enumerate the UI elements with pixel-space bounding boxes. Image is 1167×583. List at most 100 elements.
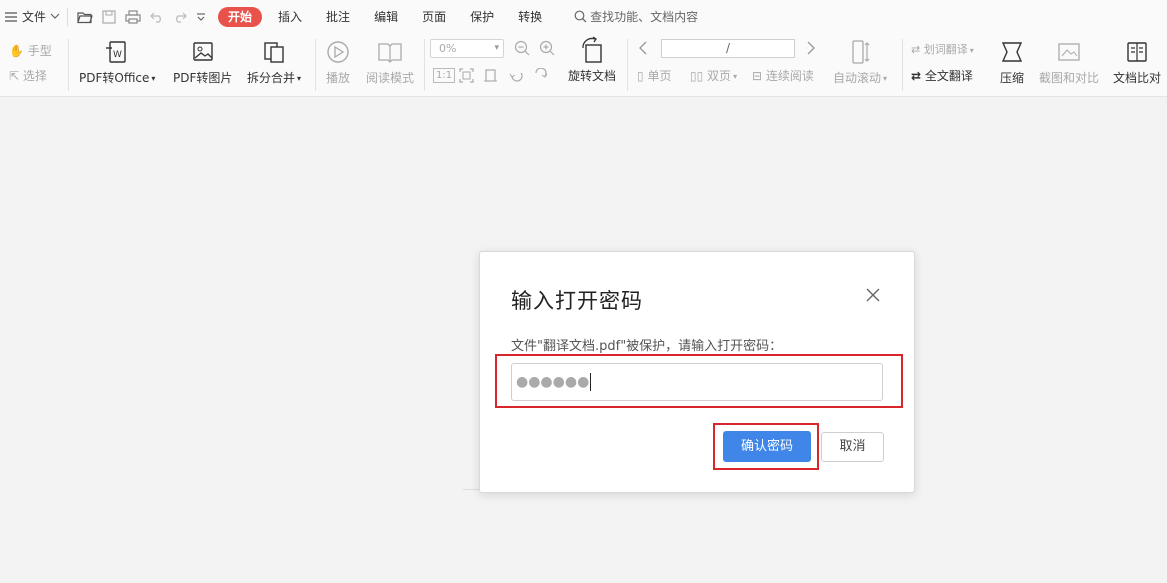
read-mode-label: 阅读模式 (366, 71, 415, 85)
page-number-value: / (725, 41, 731, 55)
next-page-icon[interactable] (806, 41, 816, 55)
tab-insert[interactable]: 插入 (266, 7, 314, 27)
password-input[interactable]: ●●●●●● (511, 363, 883, 401)
cursor-arrow-icon: ⇱ (9, 69, 20, 83)
continuous-read-icon: ⊟ (752, 69, 763, 83)
hand-tool[interactable]: ✋ 手型 (9, 42, 52, 59)
pdf-to-image-label: PDF转图片 (173, 71, 233, 85)
dropdown-caret-icon: ▾ (297, 74, 302, 83)
undo-icon[interactable] (150, 11, 164, 23)
split-merge-button[interactable]: 拆分合并 ▾ (247, 39, 301, 86)
tab-page[interactable]: 页面 (410, 7, 458, 27)
select-tool-label: 选择 (22, 69, 47, 83)
pdf-to-office-button[interactable]: W PDF转Office ▾ (79, 39, 155, 86)
print-icon[interactable] (125, 9, 141, 24)
double-page-button[interactable]: ▯▯ 双页 ▾ (690, 67, 737, 84)
rotate-document-icon (582, 36, 602, 63)
svg-text:W: W (113, 50, 122, 60)
cancel-button[interactable]: 取消 (821, 432, 884, 462)
search-icon (574, 10, 587, 23)
pdf-to-image-icon (192, 42, 213, 61)
pdf-to-office-label: PDF转Office (79, 71, 150, 85)
single-page-icon: ▯ (637, 69, 644, 83)
dialog-title: 输入打开密码 (511, 289, 643, 313)
divider (68, 39, 69, 91)
fit-width-icon[interactable] (483, 68, 498, 83)
save-icon[interactable] (102, 9, 116, 24)
compress-icon (1001, 42, 1023, 62)
dropdown-caret-icon: ▾ (883, 74, 888, 83)
play-button[interactable]: 播放 (326, 39, 350, 86)
play-icon (327, 41, 349, 63)
divider (627, 39, 628, 91)
close-icon[interactable] (865, 287, 881, 303)
pdf-to-image-button[interactable]: PDF转图片 (173, 39, 232, 86)
double-page-icon: ▯▯ (690, 69, 704, 83)
read-mode-button[interactable]: 阅读模式 (366, 39, 414, 86)
file-menu[interactable]: 文件 (4, 8, 60, 25)
text-cursor (590, 373, 592, 391)
pdf-to-office-icon: W (106, 41, 126, 63)
zoom-value: 0% (439, 42, 457, 55)
dropdown-caret-icon: ▾ (151, 74, 156, 83)
dialog-message: 文件"翻译文档.pdf"被保护，请输入打开密码： (511, 339, 783, 354)
actual-size-button[interactable]: 1:1 (433, 68, 456, 83)
ribbon-toolbar: ✋ 手型 ⇱ 选择 W PDF转Office ▾ PDF转图片 拆分合并 ▾ 播放 … (0, 33, 1167, 97)
confirm-password-button[interactable]: 确认密码 (723, 431, 811, 462)
document-compare-icon (1127, 42, 1147, 62)
continuous-read-button[interactable]: ⊟ 连续阅读 (752, 67, 814, 84)
rotate-right-icon[interactable] (533, 68, 548, 83)
previous-page-icon[interactable] (638, 41, 648, 55)
play-label: 播放 (326, 71, 351, 85)
redo-icon[interactable] (173, 11, 187, 23)
divider (315, 39, 316, 91)
chevron-down-icon (50, 13, 60, 19)
zoom-in-icon[interactable] (539, 40, 555, 56)
divider (902, 39, 903, 91)
continuous-read-label: 连续阅读 (765, 69, 814, 83)
split-merge-label: 拆分合并 (247, 71, 296, 85)
hamburger-menu-icon (5, 11, 17, 22)
full-translate-icon: ⇄ (911, 69, 922, 83)
password-dialog: 输入打开密码 文件"翻译文档.pdf"被保护，请输入打开密码： ●●●●●● 确… (479, 251, 915, 493)
dropdown-caret-icon: ▾ (733, 72, 738, 81)
open-folder-icon[interactable] (77, 10, 93, 24)
screenshot-compare-label: 截图和对比 (1039, 71, 1100, 85)
dropdown-caret-icon: ▾ (969, 45, 974, 55)
rotate-left-icon[interactable] (509, 68, 524, 83)
rotate-document-label: 旋转文档 (568, 69, 617, 83)
tab-annotate[interactable]: 批注 (314, 7, 362, 27)
auto-scroll-button[interactable]: 自动滚动 ▾ (833, 39, 887, 86)
tab-start[interactable]: 开始 (218, 6, 263, 27)
zoom-out-icon[interactable] (514, 40, 530, 56)
word-translate-button[interactable]: ⇄ 划词翻译 ▾ (911, 41, 974, 57)
divider (424, 39, 425, 91)
file-menu-label: 文件 (22, 10, 47, 24)
screenshot-compare-icon (1058, 43, 1080, 61)
translate-icon: ⇄ (911, 43, 921, 56)
rotate-document-button[interactable]: 旋转文档 (568, 36, 617, 84)
single-page-button[interactable]: ▯ 单页 (637, 67, 671, 84)
full-translate-button[interactable]: ⇄ 全文翻译 (911, 67, 973, 84)
customize-dropdown-icon[interactable] (196, 12, 206, 22)
book-icon (378, 43, 402, 63)
fit-page-icon[interactable] (459, 68, 474, 83)
compress-button[interactable]: 压缩 (1000, 39, 1024, 86)
single-page-label: 单页 (647, 69, 672, 83)
auto-scroll-icon (852, 40, 870, 64)
split-merge-icon (264, 42, 284, 63)
document-compare-button[interactable]: 文档比对 (1113, 39, 1161, 86)
search-box[interactable]: 查找功能、文档内容 (574, 8, 698, 25)
screenshot-compare-button[interactable]: 截图和对比 (1039, 39, 1099, 86)
divider (67, 7, 69, 26)
double-page-label: 双页 (707, 69, 732, 83)
tab-protect[interactable]: 保护 (458, 7, 506, 27)
zoom-select[interactable]: 0% ▾ (430, 39, 504, 58)
word-translate-label: 划词翻译 (923, 43, 968, 56)
select-tool[interactable]: ⇱ 选择 (9, 67, 47, 84)
page-number-input[interactable]: / (661, 39, 795, 58)
chevron-down-icon: ▾ (494, 43, 499, 53)
top-bar: 文件 开始 插入 批注 编辑 页面 保护 转换 查找功能、文档内容 (0, 0, 1167, 33)
tab-convert[interactable]: 转换 (506, 7, 554, 27)
tab-edit[interactable]: 编辑 (362, 7, 410, 27)
